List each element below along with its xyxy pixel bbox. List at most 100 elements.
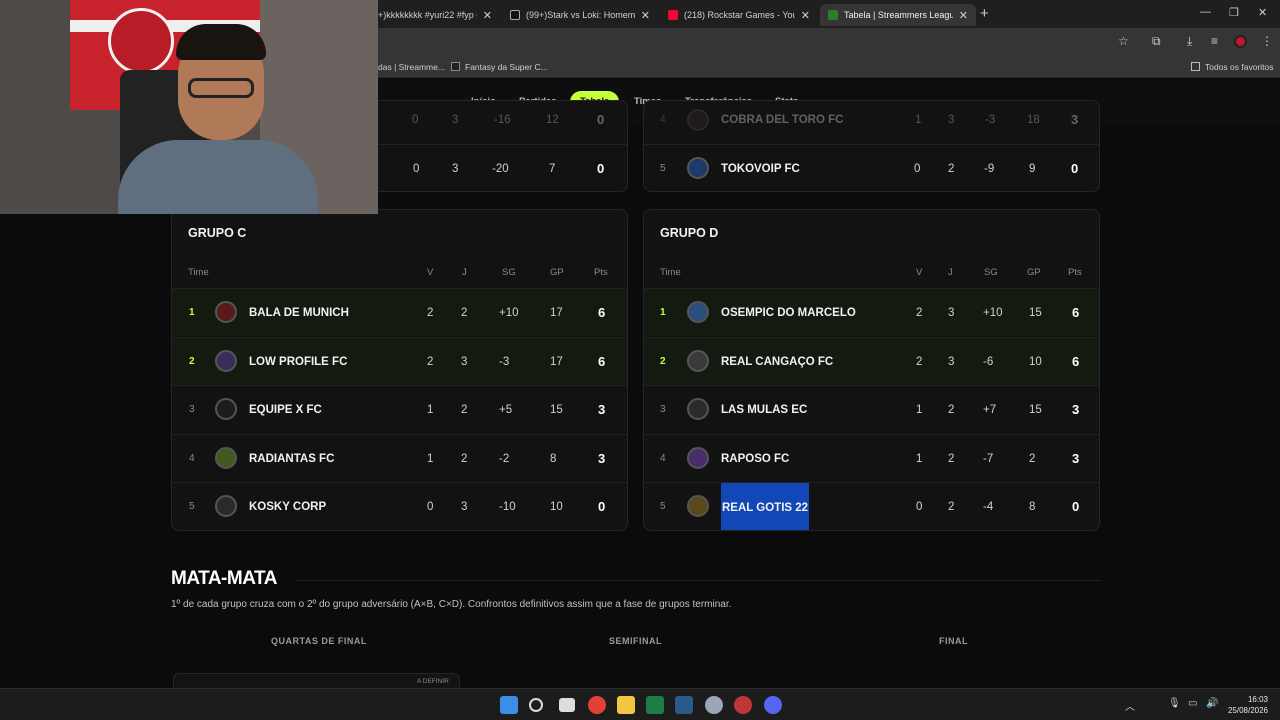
table-row[interactable]: 3 EQUIPE X FC 1 2 +5 15 3 — [172, 385, 627, 433]
bookmark-item[interactable]: das | Streamme... — [378, 62, 445, 72]
table-row[interactable]: 1 BALA DE MUNICH 2 2 +10 17 6 — [172, 288, 627, 336]
task-view-icon[interactable] — [559, 698, 575, 712]
team-name[interactable]: EQUIPE X FC — [249, 386, 322, 434]
cell-pts: 0 — [1072, 499, 1080, 514]
browser-tab-active[interactable]: Tabela | Streammers League ✕ — [820, 4, 976, 26]
table-row[interactable]: 2 REAL CANGAÇO FC 2 3 -6 10 6 — [644, 336, 1099, 386]
cell-gp: 10 — [1029, 355, 1042, 368]
table-row[interactable]: 5 REAL GOTIS 22 0 2 -4 8 0 — [644, 482, 1099, 530]
team-logo — [687, 157, 709, 179]
minimize-icon[interactable]: — — [1200, 6, 1211, 18]
header-v: V — [916, 267, 923, 278]
club-crest-icon — [108, 8, 174, 74]
cell-j: 3 — [461, 501, 468, 513]
team-name[interactable]: LAS MULAS EC — [721, 386, 807, 434]
cell-v: 0 — [914, 163, 921, 175]
table-row[interactable]: 2 LOW PROFILE FC 2 3 -3 17 6 — [172, 336, 627, 386]
favorites-label: Todos os favoritos — [1205, 62, 1274, 72]
settings-icon[interactable] — [705, 696, 723, 714]
cell-v: 1 — [916, 404, 923, 416]
close-icon[interactable]: ✕ — [483, 9, 492, 22]
clock-date: 25/08/2026 — [1227, 706, 1268, 715]
table-row[interactable]: 4 RADIANTAS FC 1 2 -2 8 3 — [172, 433, 627, 483]
cell-v: 0 — [413, 163, 420, 175]
team-name[interactable]: RAPOSO FC — [721, 435, 789, 483]
volume-icon[interactable]: 🔊 — [1206, 698, 1218, 709]
col-quartas: QUARTAS DE FINAL — [271, 636, 367, 646]
table-row[interactable]: 3 LAS MULAS EC 1 2 +7 15 3 — [644, 385, 1099, 433]
clock[interactable]: 16:03 25/08/2026 — [1228, 694, 1268, 716]
bookmark-item[interactable]: Fantasy da Super C... — [451, 62, 548, 72]
cell-sg: +5 — [499, 404, 513, 416]
person-hair — [176, 24, 266, 60]
header-j: J — [462, 267, 467, 278]
table-row[interactable]: 4 RAPOSO FC 1 2 -7 2 3 — [644, 433, 1099, 483]
discord-icon[interactable] — [764, 696, 782, 714]
close-icon[interactable]: ✕ — [959, 9, 968, 22]
cell-pos: 3 — [189, 404, 195, 415]
chevron-up-icon[interactable]: ︿ — [1125, 698, 1135, 713]
header-gp: GP — [1027, 267, 1041, 278]
cell-sg: -20 — [492, 163, 509, 175]
folder-icon — [1191, 62, 1200, 71]
table-row: 5 TOKOVOIP FC 0 2 -9 9 0 — [644, 144, 1099, 191]
cell-pos: 5 — [660, 163, 666, 174]
tab-title: +)kkkkkkkk #yuri22 #fyp #v — [378, 10, 477, 20]
star-icon[interactable]: ☆ — [1118, 34, 1129, 48]
restore-icon[interactable]: ❐ — [1229, 6, 1239, 19]
header-v: V — [427, 267, 434, 278]
team-name[interactable]: LOW PROFILE FC — [249, 338, 347, 386]
team-logo — [687, 446, 709, 469]
chrome-icon[interactable] — [588, 696, 606, 714]
all-favorites[interactable]: Todos os favoritos — [1191, 62, 1274, 72]
team-name[interactable]: OSEMPIC DO MARCELO — [721, 289, 856, 337]
steam-icon[interactable] — [675, 696, 693, 714]
cell-gp: 15 — [1029, 404, 1042, 416]
cell-sg: +7 — [983, 404, 997, 416]
table-row[interactable]: 5 KOSKY CORP 0 3 -10 10 0 — [172, 482, 627, 530]
extensions-icon[interactable]: ⧉ — [1152, 34, 1161, 49]
profile-avatar[interactable] — [1234, 35, 1247, 48]
cell-pos: 5 — [660, 501, 666, 512]
menu-icon[interactable]: ⋮ — [1261, 34, 1273, 48]
cell-j: 3 — [948, 355, 955, 368]
media-icon[interactable]: ≡ — [1211, 34, 1218, 48]
header-pts: Pts — [1068, 267, 1082, 278]
matamata-subtitle: 1º de cada grupo cruza com o 2º do grupo… — [171, 599, 732, 610]
team-name[interactable]: REAL GOTIS 22 — [721, 483, 810, 530]
team-name[interactable]: REAL CANGAÇO FC — [721, 338, 833, 386]
cell-pts: 0 — [597, 161, 605, 176]
webcam-overlay — [0, 0, 378, 214]
bookmark-icon — [451, 62, 460, 71]
new-tab-icon[interactable]: + — [980, 5, 989, 22]
group-b-right-card-partial: 4 COBRA DEL TORO FC 1 3 -3 18 3 5 TOKOVO… — [643, 100, 1100, 192]
close-icon[interactable]: ✕ — [801, 9, 810, 22]
search-icon[interactable] — [529, 698, 543, 712]
network-icon[interactable]: ▭ — [1188, 698, 1197, 709]
cell-j: 2 — [461, 452, 468, 465]
browser-tab-2[interactable]: (99+)Stark vs Loki: Homem de F ✕ — [502, 4, 658, 26]
close-window-icon[interactable]: ✕ — [1258, 6, 1267, 19]
download-icon[interactable]: ⤓ — [1187, 34, 1192, 49]
mic-icon[interactable]: 🎙 — [1168, 698, 1181, 709]
team-name[interactable]: KOSKY CORP — [249, 483, 326, 530]
team-name[interactable]: RADIANTAS FC — [249, 435, 334, 483]
close-icon[interactable]: ✕ — [641, 9, 650, 22]
glasses — [188, 78, 254, 98]
app-icon[interactable] — [734, 696, 752, 714]
team-name[interactable]: BALA DE MUNICH — [249, 289, 349, 337]
cell-j: 2 — [948, 452, 955, 465]
cell-pos: 2 — [189, 355, 195, 367]
table-row[interactable]: 1 OSEMPIC DO MARCELO 2 3 +10 15 6 — [644, 288, 1099, 336]
browser-tab-3[interactable]: (218) Rockstar Games - YouTub ✕ — [660, 4, 818, 26]
excel-icon[interactable] — [646, 696, 664, 714]
cell-v: 1 — [427, 404, 434, 416]
tab-title: Tabela | Streammers League — [844, 10, 953, 20]
team-name[interactable]: TOKOVOIP FC — [721, 145, 800, 191]
browser-tab-1[interactable]: +)kkkkkkkk #yuri22 #fyp #v ✕ — [370, 4, 500, 26]
file-explorer-icon[interactable] — [617, 696, 635, 714]
cell-sg: -3 — [499, 355, 510, 368]
windows-start-icon[interactable] — [500, 696, 518, 714]
cell-sg: -7 — [983, 452, 994, 465]
cell-pos: 4 — [189, 452, 195, 464]
